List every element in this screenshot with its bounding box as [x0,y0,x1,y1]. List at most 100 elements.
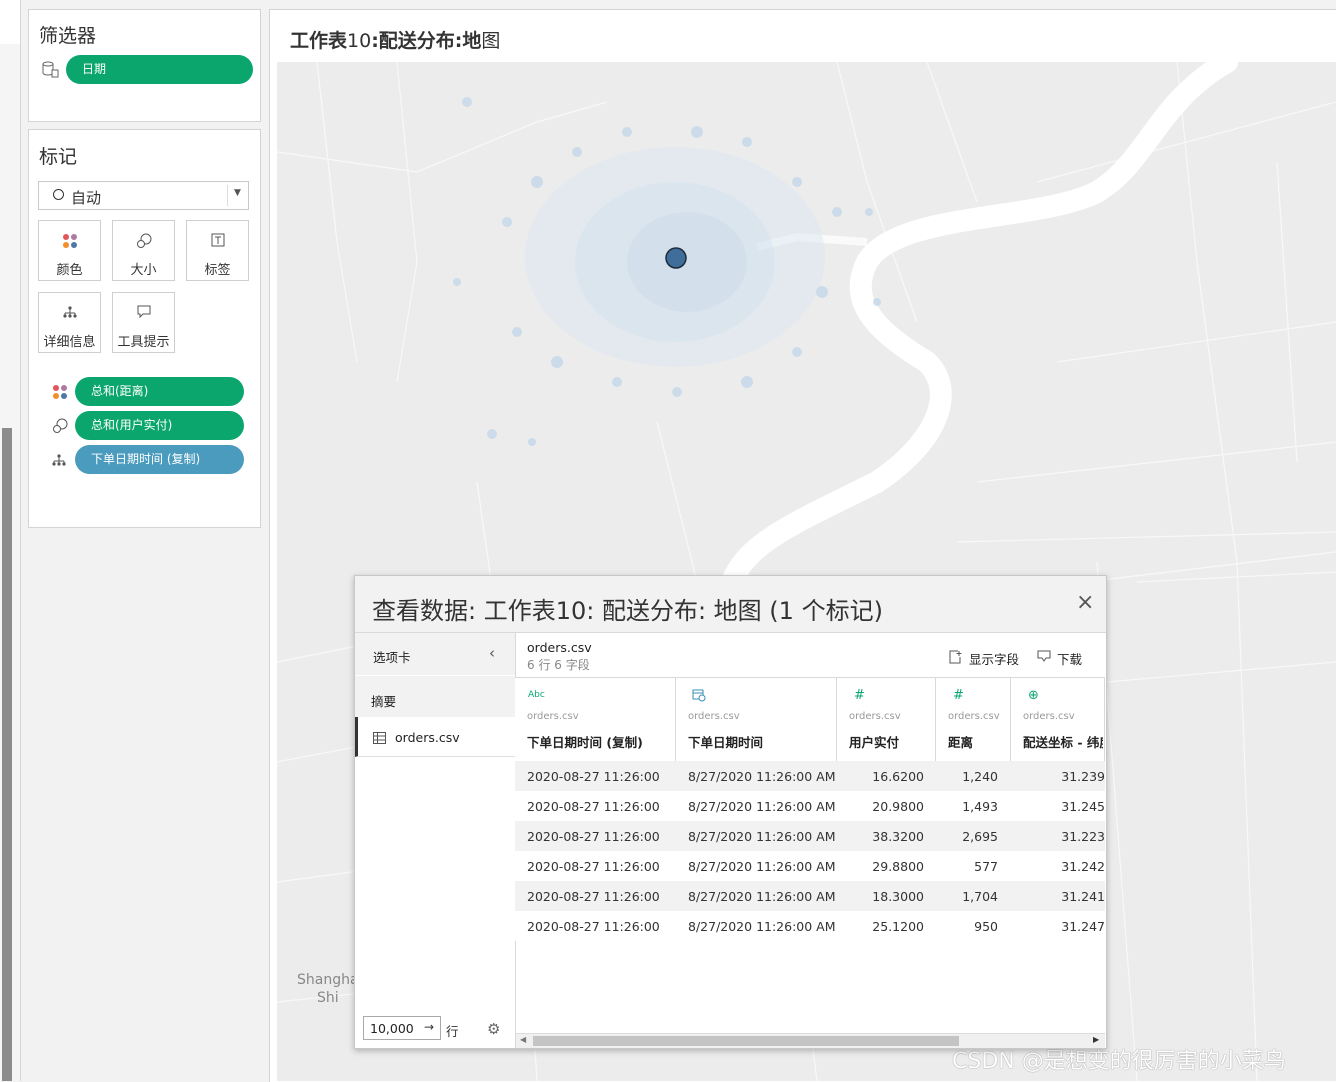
column-header-user-payment[interactable]: 用户实付 [849,732,899,751]
cell-datetime: 8/27/2020 11:26:00 AM [688,799,836,814]
filters-panel: 筛选器 日期 [28,9,261,122]
cell-datetime: 8/27/2020 11:26:00 AM [688,859,836,874]
column-source: orders.csv [948,711,1000,722]
tooltip-icon [113,305,174,321]
column-header-clip: 配送坐标 - 纬度 [1023,726,1103,750]
source-name: orders.csv [527,640,592,655]
cell-datetime-copy: 2020-08-27 11:26:00 [527,829,660,844]
marks-pill-payment[interactable]: 总和(用户实付) [75,411,244,440]
dropdown-divider [227,185,228,206]
view-data-dialog: 查看数据: 工作表10: 配送分布: 地图 (1 个标记) × 选项卡 ‹ 摘要… [354,575,1107,1049]
marks-card-tooltip[interactable]: 工具提示 [112,292,175,353]
cell-datetime-copy: 2020-08-27 11:26:00 [527,919,660,934]
column-header-order-datetime-copy[interactable]: 下单日期时间 (复制) [527,732,643,751]
number-icon: # [953,688,964,703]
marks-card-color[interactable]: 颜色 [38,220,101,281]
cell-latitude: 31.247 [1061,919,1105,934]
settings-gear-icon[interactable]: ⚙ [487,1020,500,1038]
worksheet-title: 工作表10:配送分布:地图 [290,26,500,53]
number-icon: # [854,688,865,703]
title-prefix: 工作表 [290,30,348,52]
show-fields-button[interactable]: 显示字段 [949,648,1019,668]
selected-map-point[interactable] [665,247,687,269]
mark-type-value: 自动 [71,189,102,207]
source-tab-label: orders.csv [395,730,460,745]
title-number: 10 [347,30,372,52]
cell-datetime: 8/27/2020 11:26:00 AM [688,889,836,904]
scrollbar-thumb[interactable] [533,1036,959,1046]
cell-payment: 29.8800 [872,859,924,874]
download-label: 下载 [1057,652,1083,667]
left-edge-strip [0,0,21,1081]
cell-datetime-copy: 2020-08-27 11:26:00 [527,859,660,874]
apply-arrow-icon: → [424,1020,435,1034]
close-icon[interactable]: × [1076,592,1094,614]
mark-type-select[interactable]: 自动 ▼ [38,181,249,210]
filters-title: 筛选器 [39,25,97,47]
cell-distance: 1,493 [962,799,998,814]
string-abc-icon: Abc [528,690,545,700]
row-unit-label: 行 [446,1024,459,1039]
marks-card-detail[interactable]: 详细信息 [38,292,101,353]
left-scrollbar[interactable] [2,428,12,1081]
date-filter-pill[interactable]: 日期 [66,55,253,84]
cell-datetime: 8/27/2020 11:26:00 AM [688,769,836,784]
scroll-right-arrow-icon[interactable]: ▶ [1093,1035,1099,1044]
marks-pill-distance[interactable]: 总和(距离) [75,377,244,406]
cell-latitude: 31.245 [1061,799,1105,814]
cell-distance: 1,240 [962,769,998,784]
cell-datetime: 8/27/2020 11:26:00 AM [688,919,836,934]
cell-datetime: 8/27/2020 11:26:00 AM [688,829,836,844]
column-source: orders.csv [527,711,579,722]
city-label-line1: Shangha [297,972,359,988]
horizontal-scrollbar[interactable]: ◀ ▶ [516,1033,1105,1048]
cell-latitude: 31.223 [1061,829,1105,844]
chevron-down-icon: ▼ [234,188,241,198]
marks-card-label-text[interactable]: 标签 [186,220,249,281]
title-main: :配送分布:地 [371,30,482,52]
cell-distance: 950 [974,919,998,934]
cell-distance: 2,695 [962,829,998,844]
source-info: 6 行 6 字段 [527,658,590,672]
cell-payment: 18.3000 [872,889,924,904]
column-header-order-datetime[interactable]: 下单日期时间 [688,732,763,751]
column-source: orders.csv [1023,711,1075,722]
detail-icon [39,305,100,321]
color-icon [52,384,68,404]
title-suffix: 图 [481,30,501,52]
cell-payment: 16.6200 [872,769,924,784]
map-city-label: Shangha Shi [297,971,359,1007]
cell-datetime-copy: 2020-08-27 11:26:00 [527,769,660,784]
cell-payment: 25.1200 [872,919,924,934]
table-icon [373,729,386,748]
left-edge-top [0,0,20,44]
marks-card-label: 工具提示 [117,335,170,350]
column-source: orders.csv [849,711,901,722]
marks-title: 标记 [39,146,78,168]
cell-latitude: 31.239 [1061,769,1105,784]
column-header-distance[interactable]: 距离 [948,732,973,751]
cell-payment: 38.3200 [872,829,924,844]
column-header-coord-lat[interactable]: 配送坐标 - 纬度 [1023,732,1103,750]
row-limit-input[interactable]: 10,000 → [363,1016,441,1040]
cell-datetime-copy: 2020-08-27 11:26:00 [527,799,660,814]
cell-distance: 577 [974,859,998,874]
show-fields-label: 显示字段 [969,652,1020,667]
marks-card-size[interactable]: 大小 [112,220,175,281]
detail-icon [52,453,66,471]
database-filter-icon [41,60,59,82]
marks-card-label: 详细信息 [43,335,96,350]
marks-card-label: 标签 [204,263,231,278]
summary-tab-label: 摘要 [371,694,397,709]
city-label-line2: Shi [316,990,339,1006]
color-icon [39,233,100,249]
download-icon [1037,649,1051,668]
marks-card-label: 颜色 [56,263,83,278]
marks-pill-order-datetime[interactable]: 下单日期时间 (复制) [75,445,244,474]
cell-datetime-copy: 2020-08-27 11:26:00 [527,889,660,904]
download-button[interactable]: 下载 [1037,648,1082,668]
scroll-left-arrow-icon[interactable]: ◀ [520,1035,526,1044]
circle-mark-icon [53,189,64,200]
column-source: orders.csv [688,711,740,722]
collapse-chevron-icon[interactable]: ‹ [489,644,495,662]
